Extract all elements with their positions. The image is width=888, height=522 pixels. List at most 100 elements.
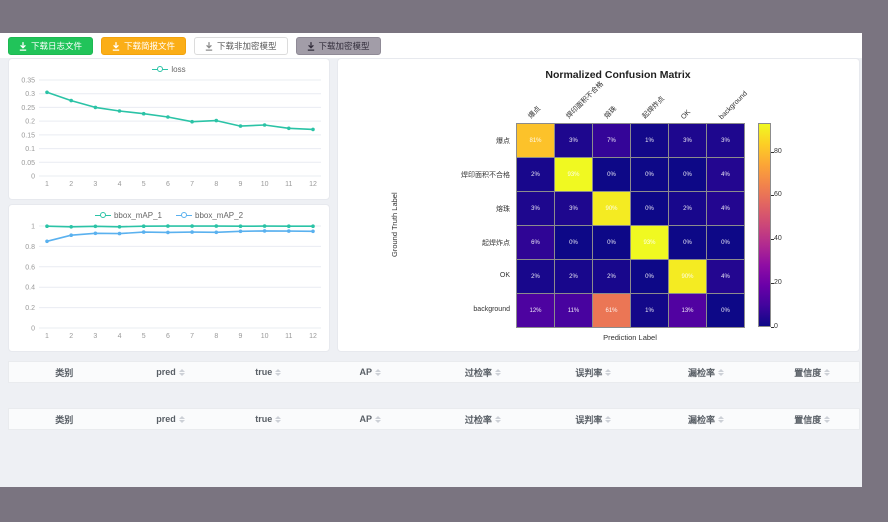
column-header-label: 类别 [55,413,73,426]
matrix-cell: 3% [707,124,745,158]
sort-icon[interactable] [824,416,830,423]
download-button-0[interactable]: 下载日志文件 [8,37,93,55]
download-icon [19,42,27,51]
column-header-置信度[interactable]: 置信度 [766,409,860,429]
column-header-过检率[interactable]: 过检率 [426,362,541,382]
download-icon [112,42,120,51]
matrix-cell: 0% [631,192,669,226]
svg-text:9: 9 [239,333,243,340]
matrix-col-label: OK [680,109,692,121]
matrix-cell: 4% [707,260,745,294]
sort-icon[interactable] [824,369,830,376]
column-header-AP[interactable]: AP [315,362,426,382]
sort-icon[interactable] [718,369,724,376]
svg-text:0.05: 0.05 [21,160,35,167]
svg-text:5: 5 [142,181,146,188]
matrix-cell: 0% [707,226,745,260]
sort-icon[interactable] [179,416,185,423]
column-header-label: 过检率 [465,366,492,379]
svg-text:12: 12 [309,181,317,188]
matrix-col-label: background [718,90,749,121]
download-button-1[interactable]: 下载简报文件 [101,37,186,55]
download-button-label: 下载简报文件 [124,38,175,54]
svg-text:4: 4 [118,181,122,188]
matrix-cell: 93% [631,226,669,260]
legend-item-bbox_mAP_2[interactable]: bbox_mAP_2 [176,211,243,220]
svg-text:11: 11 [285,333,292,340]
matrix-cell: 2% [517,158,555,192]
svg-text:9: 9 [239,181,243,188]
matrix-cell: 0% [631,260,669,294]
download-icon [307,42,315,51]
svg-text:7: 7 [190,181,194,188]
sort-icon[interactable] [275,369,281,376]
svg-text:3: 3 [93,333,97,340]
legend-item-loss[interactable]: loss [152,65,185,74]
svg-text:6: 6 [166,333,170,340]
legend-item-bbox_mAP_1[interactable]: bbox_mAP_1 [95,211,162,220]
svg-text:2: 2 [69,181,73,188]
svg-text:0.8: 0.8 [25,244,35,251]
svg-text:10: 10 [261,181,269,188]
svg-text:1: 1 [45,333,49,340]
svg-text:7: 7 [190,333,194,340]
download-button-2[interactable]: 下载非加密模型 [194,37,288,55]
matrix-cell: 12% [517,294,555,328]
column-header-pred[interactable]: pred [120,362,222,382]
download-button-3[interactable]: 下载加密模型 [296,37,381,55]
sort-icon[interactable] [605,416,611,423]
colorbar-tick-label: 60 [774,191,782,198]
column-header-误判率[interactable]: 误判率 [540,362,646,382]
legend-marker-icon [152,66,168,73]
download-icon [205,42,213,51]
page-content: 下载日志文件下载简报文件下载非加密模型下载加密模型 loss 00.050.10… [0,33,862,487]
sort-icon[interactable] [375,416,381,423]
column-header-label: 置信度 [794,413,821,426]
matrix-row-label: background [398,306,510,313]
ground-truth-axis-label: Ground Truth Label [390,123,399,327]
matrix-cell: 3% [555,192,593,226]
column-header-AP[interactable]: AP [315,409,426,429]
column-header-label: 置信度 [794,366,821,379]
column-header-过检率[interactable]: 过检率 [426,409,541,429]
metrics-table-weld: 类别predtrueAP 过检率 误判率漏检率 置信度 [8,361,860,383]
metrics-table-defects: 类别 predtrue AP 过检率误判率漏检率 置信度 [8,408,860,430]
sort-icon[interactable] [718,416,724,423]
sort-icon[interactable] [275,416,281,423]
column-header-pred[interactable]: pred [120,409,222,429]
svg-map-svg: 00.20.40.60.81123456789101112 [9,220,329,344]
column-header-类别: 类别 [9,362,120,382]
column-header-label: AP [359,414,372,424]
loss-chart-card: loss 00.050.10.150.20.250.30.35123456789… [8,58,330,200]
matrix-colorbar-ticks: 020406080 [758,123,798,327]
sort-icon[interactable] [495,416,501,423]
sort-icon[interactable] [605,369,611,376]
sort-icon[interactable] [495,369,501,376]
matrix-cell: 4% [707,158,745,192]
matrix-column-labels: 爆点焊印面积不合格熔珠起焊炸点OKbackground [516,75,744,121]
svg-text:8: 8 [214,181,218,188]
column-header-漏检率[interactable]: 漏检率 [647,362,766,382]
matrix-cell: 0% [593,226,631,260]
svg-text:5: 5 [142,333,146,340]
matrix-row-label: 焊印面积不合格 [398,170,510,180]
column-header-置信度[interactable]: 置信度 [766,362,860,382]
column-header-true[interactable]: true [222,362,316,382]
column-header-漏检率[interactable]: 漏检率 [647,409,766,429]
matrix-cell: 1% [631,124,669,158]
loss-chart-legend: loss [9,59,329,74]
colorbar-tick-label: 80 [774,148,782,155]
svg-text:11: 11 [285,181,292,188]
matrix-cell: 4% [707,192,745,226]
svg-text:3: 3 [93,181,97,188]
column-header-true[interactable]: true [222,409,316,429]
column-header-误判率[interactable]: 误判率 [540,409,646,429]
download-button-label: 下载日志文件 [31,38,82,54]
sort-icon[interactable] [179,369,185,376]
svg-text:1: 1 [45,181,49,188]
colorbar-tick-label: 40 [774,235,782,242]
svg-text:6: 6 [166,181,170,188]
sort-icon[interactable] [375,369,381,376]
prediction-axis-label: Prediction Label [516,333,744,342]
matrix-cell: 2% [555,260,593,294]
